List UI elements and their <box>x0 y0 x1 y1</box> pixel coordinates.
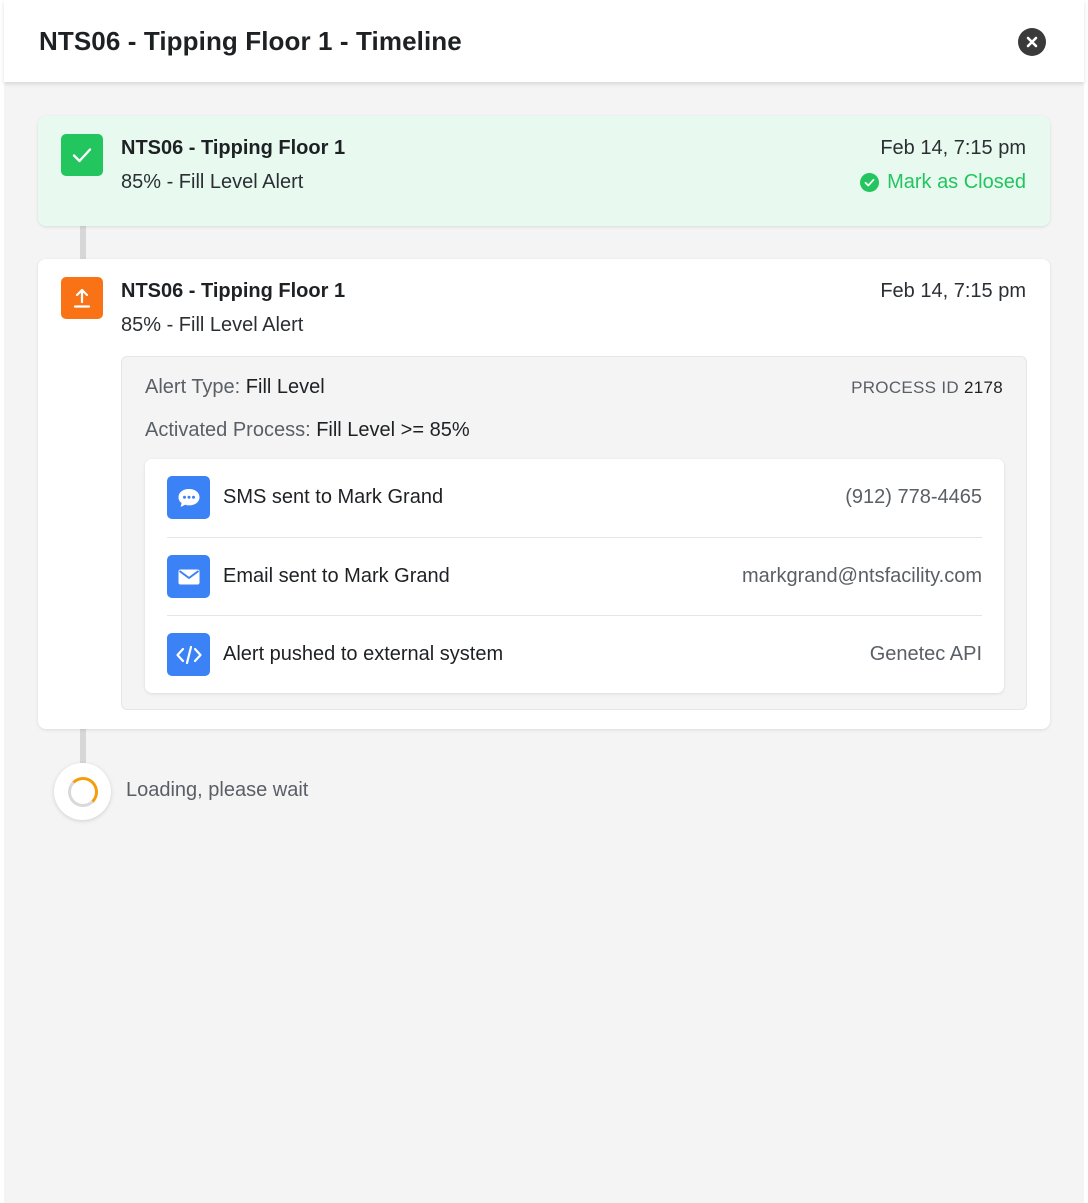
upload-icon <box>73 288 91 308</box>
activated-process-label: Activated Process: <box>145 419 311 441</box>
timeline-connector <box>80 729 86 763</box>
process-id: PROCESS ID 2178 <box>851 378 1003 398</box>
modal-header: NTS06 - Tipping Floor 1 - Timeline <box>4 0 1084 82</box>
action-list: SMS sent to Mark Grand (912) 778-4465 Em… <box>145 459 1004 693</box>
code-icon <box>167 633 210 676</box>
process-id-label: PROCESS ID <box>851 378 959 397</box>
timeline-modal: NTS06 - Tipping Floor 1 - Timeline NTS06… <box>4 0 1084 1203</box>
activated-process-value: Fill Level >= 85% <box>316 419 470 441</box>
chat-bubble-icon <box>167 476 210 519</box>
list-item: Email sent to Mark Grand markgrand@ntsfa… <box>167 537 982 615</box>
action-value: markgrand@ntsfacility.com <box>742 565 982 587</box>
spinner-icon <box>67 776 98 807</box>
event-title: NTS06 - Tipping Floor 1 <box>121 137 346 159</box>
loading-text: Loading, please wait <box>126 779 309 801</box>
action-label: Alert pushed to external system <box>223 643 504 665</box>
event-title: NTS06 - Tipping Floor 1 <box>121 280 346 302</box>
action-value: (912) 778-4465 <box>845 486 982 508</box>
timeline-event-alert: NTS06 - Tipping Floor 1 85% - Fill Level… <box>38 259 1050 729</box>
alert-type-label: Alert Type: <box>145 376 241 398</box>
mark-as-closed-button[interactable]: Mark as Closed <box>860 171 1026 194</box>
timeline-connector <box>80 226 86 259</box>
modal-title: NTS06 - Tipping Floor 1 - Timeline <box>39 26 462 56</box>
check-icon <box>72 148 92 163</box>
close-button[interactable] <box>1018 28 1046 56</box>
mark-as-closed-label: Mark as Closed <box>887 171 1026 193</box>
event-status-badge <box>61 134 103 176</box>
activated-process: Activated Process: Fill Level >= 85% <box>145 419 470 442</box>
action-label: Email sent to Mark Grand <box>223 565 450 587</box>
action-label: SMS sent to Mark Grand <box>223 486 444 508</box>
process-id-value: 2178 <box>963 378 1003 397</box>
event-timestamp: Feb 14, 7:15 pm <box>880 280 1026 302</box>
list-item: SMS sent to Mark Grand (912) 778-4465 <box>167 459 982 537</box>
loading-indicator <box>54 763 111 820</box>
alert-details-panel: Alert Type: Fill Level PROCESS ID 2178 A… <box>121 356 1027 710</box>
check-circle-icon <box>860 173 880 192</box>
timeline-event-closed: NTS06 - Tipping Floor 1 85% - Fill Level… <box>38 116 1050 226</box>
event-timestamp: Feb 14, 7:15 pm <box>880 137 1026 159</box>
alert-type-value: Fill Level <box>245 376 325 398</box>
event-subtitle: 85% - Fill Level Alert <box>121 171 304 193</box>
event-subtitle: 85% - Fill Level Alert <box>121 314 304 336</box>
event-status-badge <box>61 277 103 319</box>
action-value: Genetec API <box>869 643 982 665</box>
list-item: Alert pushed to external system Genetec … <box>167 615 982 693</box>
close-icon <box>1026 36 1038 48</box>
alert-type: Alert Type: Fill Level <box>145 376 325 399</box>
envelope-icon <box>167 555 210 598</box>
